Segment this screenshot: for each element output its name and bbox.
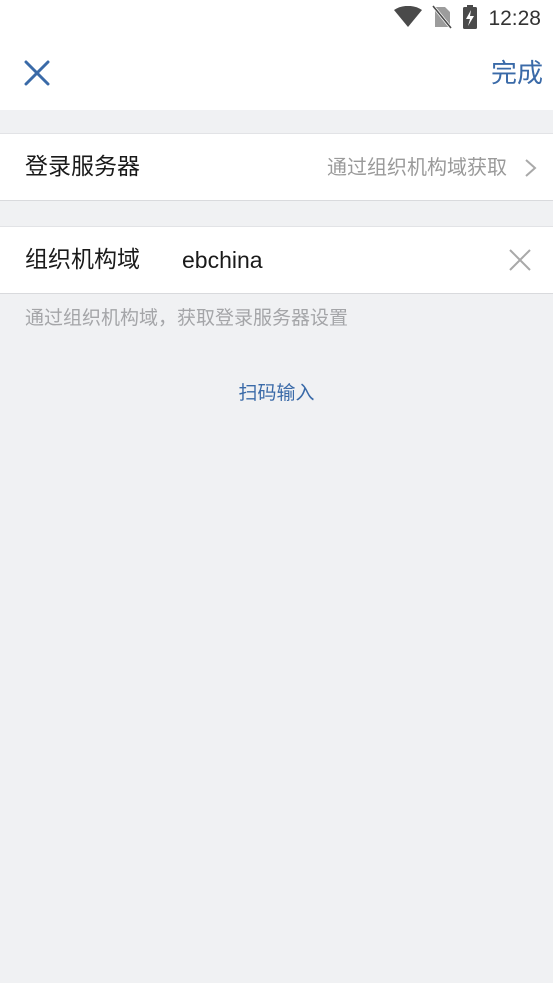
status-icons: 12:28 <box>394 5 541 33</box>
close-icon <box>24 60 50 86</box>
done-button[interactable]: 完成 <box>491 55 543 93</box>
clear-icon[interactable] <box>507 247 533 273</box>
battery-charging-icon <box>462 5 478 33</box>
org-domain-input[interactable] <box>182 237 482 283</box>
org-domain-label: 组织机构域 <box>25 247 140 273</box>
status-time: 12:28 <box>488 7 541 30</box>
close-button[interactable] <box>18 54 56 92</box>
chevron-right-icon <box>525 159 537 177</box>
status-bar: 12:28 <box>0 0 553 38</box>
login-server-value: 通过组织机构域获取 <box>327 155 507 179</box>
hint-text: 通过组织机构域，获取登录服务器设置 <box>25 307 349 329</box>
no-sim-icon <box>432 5 453 33</box>
nav-bar: 完成 <box>0 38 553 110</box>
login-server-row[interactable]: 登录服务器 通过组织机构域获取 <box>0 133 553 201</box>
org-domain-row: 组织机构域 <box>0 226 553 294</box>
login-server-label: 登录服务器 <box>25 154 140 180</box>
wifi-icon <box>394 5 423 32</box>
scan-input-link[interactable]: 扫码输入 <box>0 378 553 408</box>
